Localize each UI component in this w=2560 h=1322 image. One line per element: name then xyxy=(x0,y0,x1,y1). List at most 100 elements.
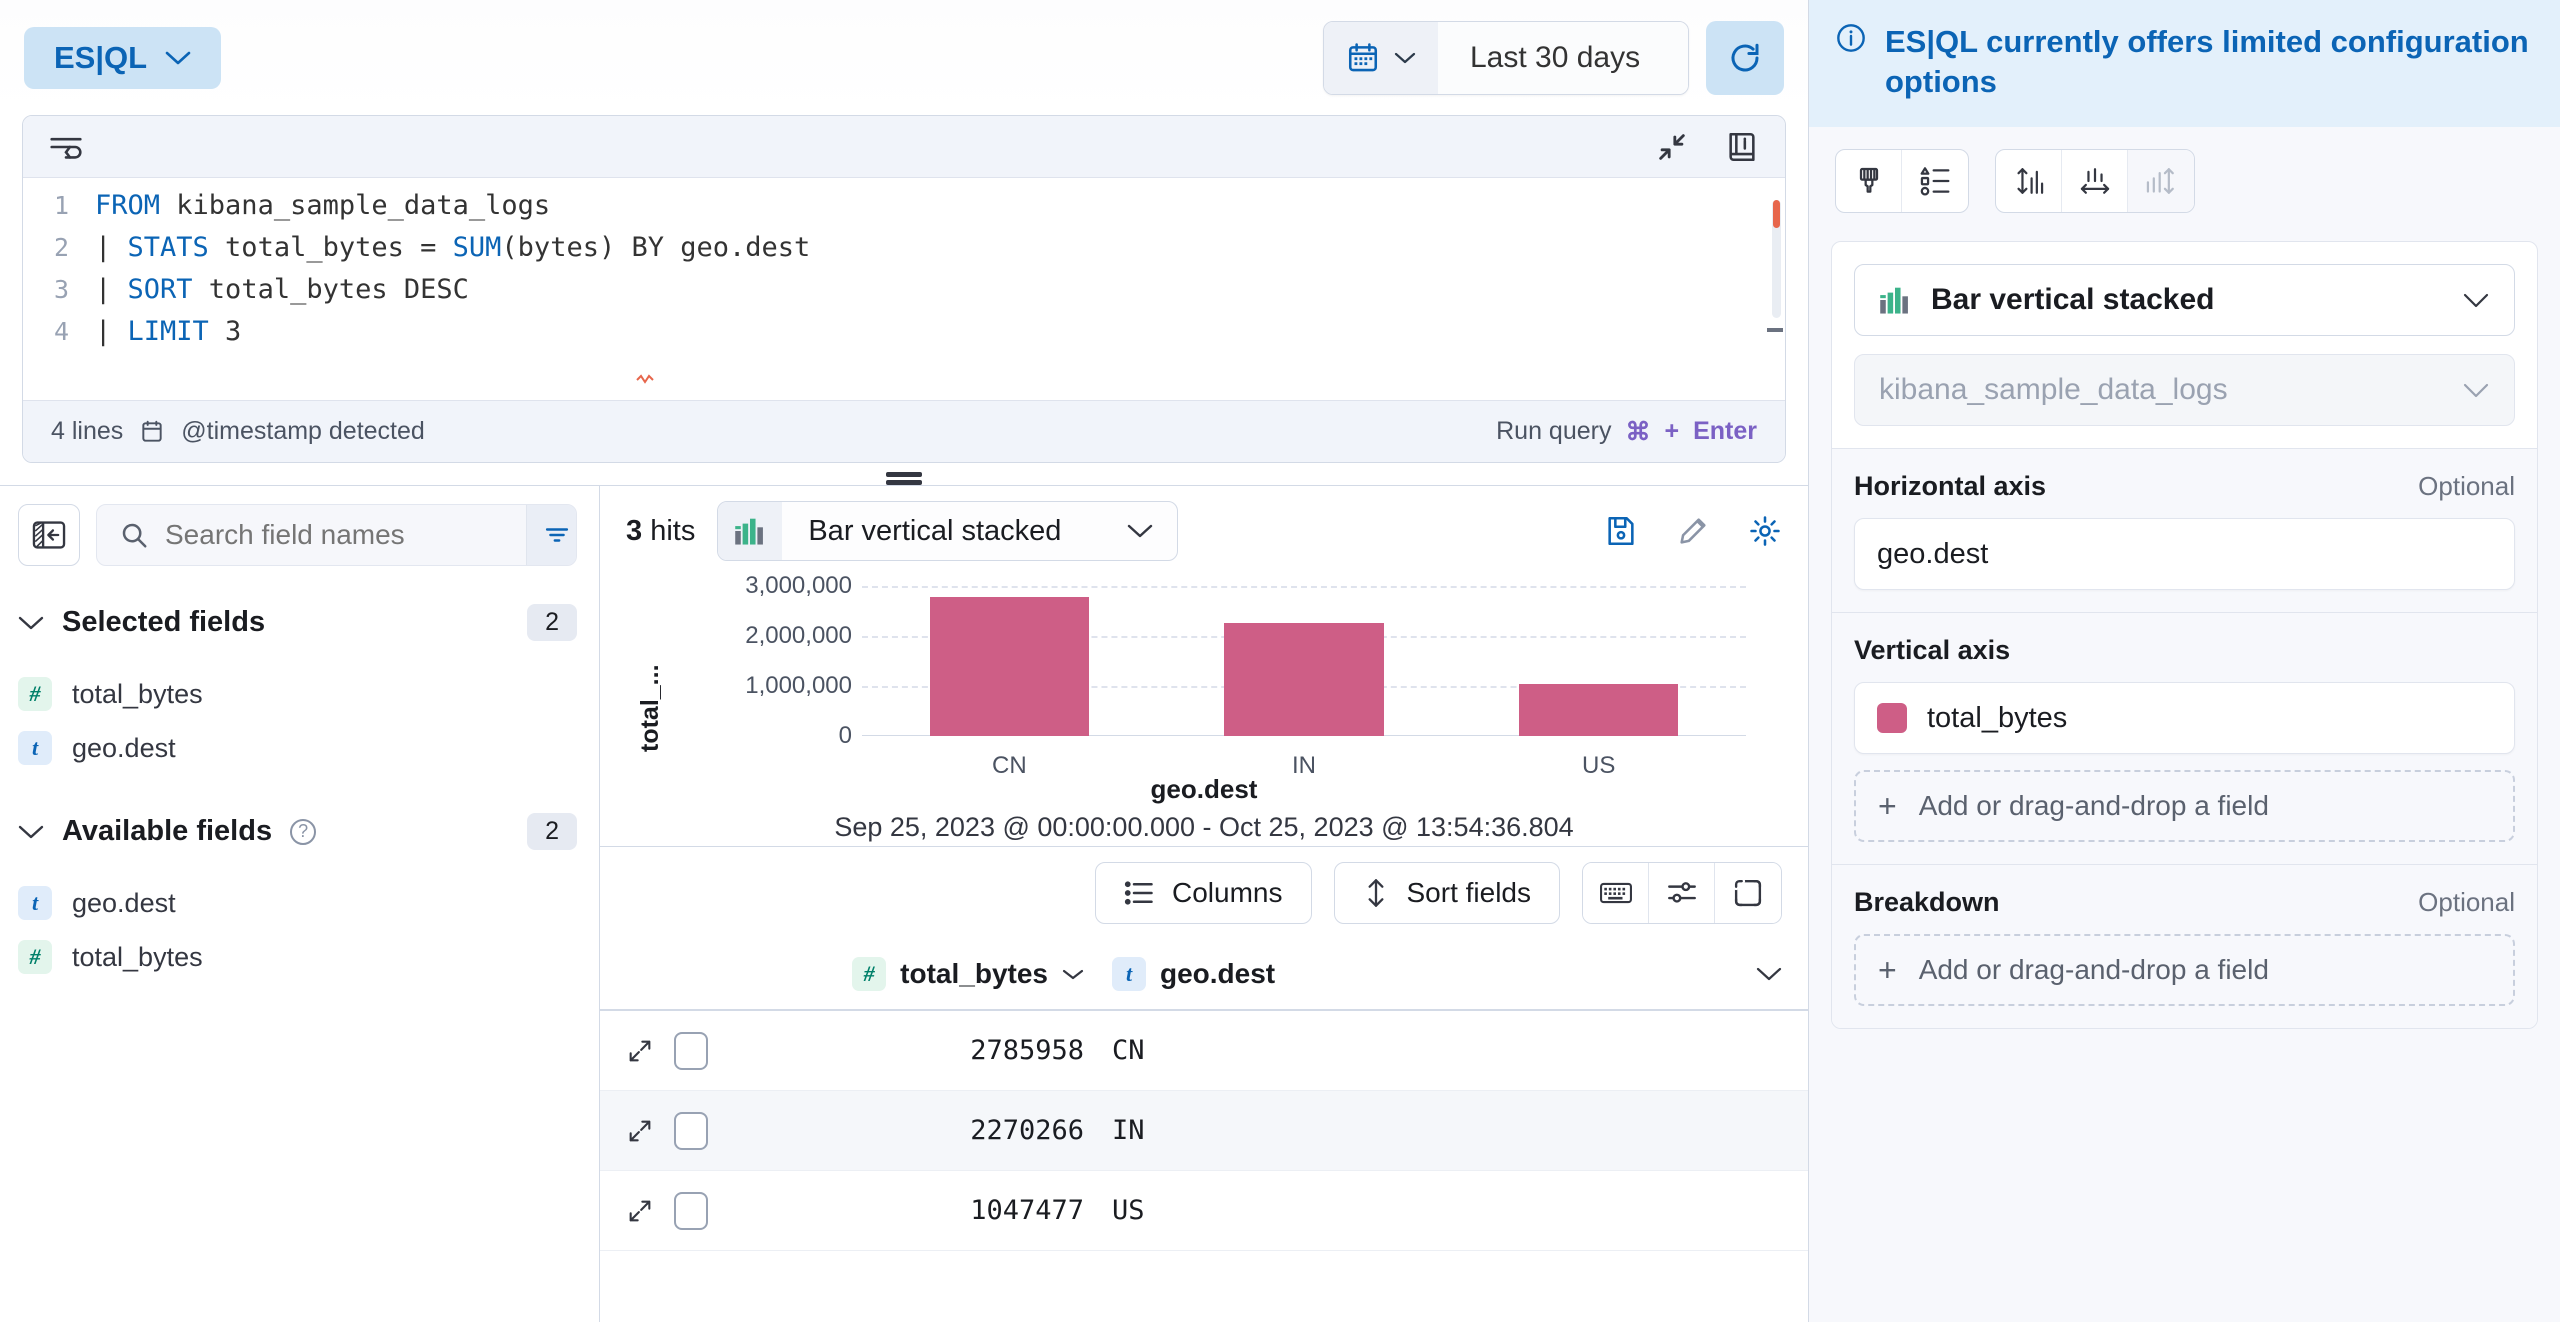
line-text: FROM kibana_sample_data_logs xyxy=(95,190,550,221)
legend-icon[interactable] xyxy=(1902,150,1968,212)
table-toolbar: Columns Sort fields xyxy=(600,847,1808,939)
query-editor[interactable]: 1FROM kibana_sample_data_logs 2| STATS to… xyxy=(22,115,1786,463)
sidebar-section-header[interactable]: Selected fields 2 xyxy=(18,604,577,641)
documentation-book-icon[interactable] xyxy=(1725,130,1759,164)
search-input[interactable] xyxy=(165,519,526,551)
editor-scroll-handle[interactable] xyxy=(1767,328,1783,332)
sidebar-field-item[interactable]: tgeo.dest xyxy=(18,721,577,775)
column-header-geo-dest[interactable]: t geo.dest xyxy=(1084,957,1314,991)
columns-button[interactable]: Columns xyxy=(1095,862,1311,924)
config-section: Horizontal axisOptionalgeo.dest xyxy=(1832,448,2537,612)
pencil-icon[interactable] xyxy=(1676,514,1710,548)
search-icon xyxy=(97,520,165,550)
horizontal-axis-icon[interactable] xyxy=(2062,150,2128,212)
table-row[interactable]: 2270266IN xyxy=(600,1091,1808,1171)
chevron-down-icon xyxy=(165,50,191,66)
help-icon[interactable]: ? xyxy=(290,819,316,845)
table-row[interactable]: 2785958CN xyxy=(600,1011,1808,1091)
cell-geo-dest: US xyxy=(1084,1195,1314,1226)
query-code-area[interactable]: 1FROM kibana_sample_data_logs 2| STATS to… xyxy=(23,178,1785,400)
fullscreen-icon[interactable] xyxy=(1715,863,1781,923)
brush-icon[interactable] xyxy=(1836,150,1902,212)
keyboard-icon[interactable] xyxy=(1583,863,1649,923)
refresh-button[interactable] xyxy=(1706,21,1784,95)
chart-time-range: Sep 25, 2023 @ 00:00:00.000 - Oct 25, 20… xyxy=(626,812,1782,843)
row-tools xyxy=(626,1192,736,1230)
bar[interactable] xyxy=(1224,623,1383,737)
sidebar-section-header[interactable]: Available fields? 2 xyxy=(18,813,577,850)
expand-row-icon[interactable] xyxy=(626,1197,654,1225)
chevron-down-icon xyxy=(2462,382,2490,399)
chevron-down-icon xyxy=(18,615,44,631)
sidebar-section-count: 2 xyxy=(527,813,577,850)
field-dropzone[interactable]: +Add or drag-and-drop a field xyxy=(1854,770,2515,842)
bar-chart-icon xyxy=(718,502,782,560)
collapse-icon[interactable] xyxy=(1655,130,1689,164)
date-range-value[interactable]: Last 30 days xyxy=(1438,22,1688,94)
sidebar-section-title: Available fields xyxy=(62,815,272,848)
query-line: 4| LIMIT 3 xyxy=(23,316,1785,358)
shortcut-plus: + xyxy=(1664,417,1679,446)
top-bar: ES|QL xyxy=(0,0,1808,115)
sidebar-field-list: #total_bytestgeo.dest xyxy=(18,667,577,775)
date-picker[interactable]: Last 30 days xyxy=(1323,21,1689,95)
chevron-down-icon xyxy=(1087,502,1177,560)
syntax-warning-squiggle xyxy=(636,374,654,384)
row-checkbox[interactable] xyxy=(674,1192,708,1230)
row-checkbox[interactable] xyxy=(674,1032,708,1070)
wrap-lines-icon[interactable] xyxy=(49,134,83,160)
save-icon[interactable] xyxy=(1604,514,1638,548)
run-query-hint[interactable]: Run query ⌘ + Enter xyxy=(1496,417,1757,447)
field-filter-button[interactable]: 0 xyxy=(526,504,577,566)
table-row[interactable]: 1047477US xyxy=(600,1171,1808,1251)
line-number: 1 xyxy=(23,191,95,220)
bar[interactable] xyxy=(930,597,1089,736)
gear-icon[interactable] xyxy=(1748,514,1782,548)
field-dropzone[interactable]: +Add or drag-and-drop a field xyxy=(1854,934,2515,1006)
field-name: geo.dest xyxy=(72,888,176,919)
line-number: 4 xyxy=(23,317,95,346)
collapse-sidebar-icon[interactable] xyxy=(18,504,80,566)
bar[interactable] xyxy=(1519,684,1678,736)
string-type-icon: t xyxy=(18,886,52,920)
sidebar-field-item[interactable]: #total_bytes xyxy=(18,667,577,721)
dataset-select: kibana_sample_data_logs xyxy=(1854,354,2515,426)
sidebar-field-item[interactable]: t geo.dest xyxy=(18,876,577,930)
color-swatch[interactable] xyxy=(1877,703,1907,733)
display-options-icon[interactable] xyxy=(1649,863,1715,923)
sort-fields-label: Sort fields xyxy=(1407,877,1532,909)
y-axis-tick-label: 0 xyxy=(839,722,852,750)
config-toolbar xyxy=(1809,127,2560,235)
viz-type-select[interactable]: Bar vertical stacked xyxy=(1854,264,2515,336)
expand-row-icon[interactable] xyxy=(626,1037,654,1065)
config-section-head: BreakdownOptional xyxy=(1854,887,2515,918)
hits-label: hits xyxy=(650,515,695,547)
field-name: total_bytes xyxy=(72,942,203,973)
table-options-icon[interactable] xyxy=(1756,966,1782,982)
dimension-label: geo.dest xyxy=(1877,538,1988,571)
chevron-down-icon xyxy=(18,824,44,840)
content-area: 3 hits Bar ve xyxy=(600,486,1808,1322)
sort-fields-button[interactable]: Sort fields xyxy=(1334,862,1561,924)
dimension-chip[interactable]: geo.dest xyxy=(1854,518,2515,590)
search-field-names-box[interactable]: 0 xyxy=(96,504,577,566)
sidebar-section-count: 2 xyxy=(527,604,577,641)
row-tools xyxy=(626,1032,736,1070)
expand-row-icon[interactable] xyxy=(626,1117,654,1145)
dimension-chip[interactable]: total_bytes xyxy=(1854,682,2515,754)
chart-header: 3 hits Bar ve xyxy=(600,486,1808,576)
esql-language-switcher[interactable]: ES|QL xyxy=(24,27,221,89)
config-section: BreakdownOptional +Add or drag-and-drop a… xyxy=(1832,864,2537,1028)
panel-resize-handle[interactable] xyxy=(0,463,1808,485)
date-quick-select[interactable] xyxy=(1324,22,1438,94)
chart-type-selector[interactable]: Bar vertical stacked xyxy=(717,501,1178,561)
row-checkbox[interactable] xyxy=(674,1112,708,1150)
vertical-axis-icon[interactable] xyxy=(1996,150,2062,212)
chevron-down-icon xyxy=(2462,292,2490,309)
refresh-icon xyxy=(1727,40,1763,76)
sidebar-field-item[interactable]: #total_bytes xyxy=(18,930,577,984)
column-header-total-bytes[interactable]: # total_bytes xyxy=(736,957,1084,991)
sidebar-section-title: Selected fields xyxy=(62,606,265,639)
body-split: 0 Selected fields2#total_bytestgeo.destA… xyxy=(0,485,1808,1322)
query-line: 2| STATS total_bytes = SUM(bytes) BY geo… xyxy=(23,232,1785,274)
